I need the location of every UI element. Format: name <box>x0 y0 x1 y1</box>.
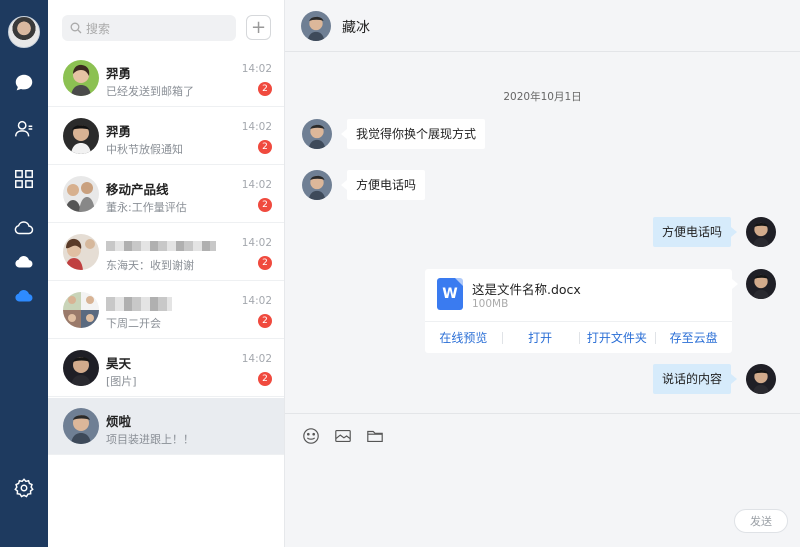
avatar <box>63 60 99 96</box>
unread-badge: 2 <box>258 140 272 154</box>
conversation-time: 14:02 <box>241 121 272 133</box>
apps-icon[interactable] <box>12 167 36 191</box>
search-placeholder: 搜索 <box>86 21 111 36</box>
conversation-preview: 董永:工作量评估 <box>106 201 187 214</box>
conversation-name: 羿勇 <box>106 124 132 139</box>
plus-icon: + <box>250 16 267 38</box>
conversation-name: 移动产品线 <box>106 182 169 197</box>
unread-badge: 2 <box>258 372 272 386</box>
file-message-card[interactable]: W 这是文件名称.docx 100MB 在线预览 打开 打开文件夹 存至云盘 <box>425 269 738 353</box>
message-bubble-incoming[interactable]: 我觉得你换个展现方式 <box>340 119 486 149</box>
sender-avatar[interactable] <box>302 170 332 200</box>
image-icon[interactable] <box>333 426 353 446</box>
open-file-button[interactable]: 打开 <box>501 322 579 353</box>
message-bubble-outgoing[interactable]: 说话的内容 <box>652 364 738 394</box>
open-folder-button[interactable]: 打开文件夹 <box>578 322 656 353</box>
unread-badge: 2 <box>258 256 272 270</box>
chat-header: 藏冰 <box>285 0 800 52</box>
conversation-list: 搜索 + 羿勇 已经发送到邮箱了 14:02 2 羿勇 中秋节放假通知 14:0… <box>48 0 285 547</box>
conversation-preview: 已经发送到邮箱了 <box>106 85 194 98</box>
conversation-preview: 项目装进跟上！！ <box>106 433 194 446</box>
message-bubble-outgoing[interactable]: 方便电话吗 <box>652 217 738 247</box>
cloud-active-icon[interactable] <box>12 284 36 308</box>
unread-badge: 2 <box>258 314 272 328</box>
avatar <box>63 408 99 444</box>
conversation-preview: 中秋节放假通知 <box>106 143 183 156</box>
send-button[interactable]: 发送 <box>734 509 788 533</box>
emoji-icon[interactable] <box>301 426 321 446</box>
file-actions: 在线预览 打开 打开文件夹 存至云盘 <box>425 321 732 353</box>
conversation-time: 14:02 <box>241 295 272 307</box>
word-file-icon: W <box>437 278 463 310</box>
list-item[interactable]: 东海天：收到谢谢 14:02 2 <box>48 224 284 281</box>
my-avatar-small[interactable] <box>746 269 776 299</box>
my-avatar[interactable] <box>8 16 40 48</box>
conversation-time: 14:02 <box>241 63 272 75</box>
list-item-active[interactable]: 烦啦 项目装进跟上！！ <box>48 398 284 455</box>
file-size: 100MB <box>472 298 509 310</box>
contact-avatar[interactable] <box>301 11 331 41</box>
message-bubble-incoming[interactable]: 方便电话吗 <box>340 170 426 200</box>
message-composer[interactable]: 发送 <box>285 413 800 547</box>
blurred-name <box>106 296 172 311</box>
conversation-time: 14:02 <box>241 179 272 191</box>
list-item[interactable]: 羿勇 已经发送到邮箱了 14:02 2 <box>48 50 284 107</box>
save-to-cloud-button[interactable]: 存至云盘 <box>655 322 732 353</box>
conversation-preview: 东海天：收到谢谢 <box>106 259 194 272</box>
conversation-time: 14:02 <box>241 237 272 249</box>
date-separator: 2020年10月1日 <box>503 91 582 103</box>
cloud-icon[interactable] <box>12 216 36 240</box>
unread-badge: 2 <box>258 82 272 96</box>
cloud-solid-icon[interactable] <box>12 250 36 274</box>
list-item[interactable]: 昊天 [图片] 14:02 2 <box>48 340 284 397</box>
group-avatar <box>63 292 99 328</box>
my-avatar-small[interactable] <box>746 217 776 247</box>
contacts-icon[interactable] <box>12 117 36 141</box>
conversation-name-mosaic <box>106 295 172 311</box>
my-avatar-small[interactable] <box>746 364 776 394</box>
conversation-time: 14:02 <box>241 353 272 365</box>
conversation-name: 昊天 <box>106 356 132 371</box>
blurred-name <box>106 240 216 251</box>
unread-badge: 2 <box>258 198 272 212</box>
file-name: 这是文件名称.docx <box>472 282 581 297</box>
search-input[interactable]: 搜索 <box>62 15 236 41</box>
sender-avatar[interactable] <box>302 119 332 149</box>
list-item[interactable]: 下周二开会 14:02 2 <box>48 282 284 339</box>
list-item[interactable]: 移动产品线 董永:工作量评估 14:02 2 <box>48 166 284 223</box>
settings-icon[interactable] <box>12 476 36 500</box>
chat-icon[interactable] <box>12 71 36 95</box>
avatar <box>63 350 99 386</box>
folder-icon[interactable] <box>365 426 385 446</box>
conversation-name-mosaic <box>106 237 216 252</box>
chat-title: 藏冰 <box>342 20 370 36</box>
search-icon <box>70 22 82 34</box>
conversation-name: 羿勇 <box>106 66 132 81</box>
group-avatar <box>63 234 99 270</box>
conversation-preview: 下周二开会 <box>106 317 161 330</box>
nav-rail <box>0 0 48 547</box>
group-avatar <box>63 176 99 212</box>
chat-panel: 藏冰 2020年10月1日 我觉得你换个展现方式 方便电话吗 方便电话吗 W 这… <box>285 0 800 547</box>
avatar <box>63 118 99 154</box>
conversation-name: 烦啦 <box>106 414 132 429</box>
add-button[interactable]: + <box>246 15 271 40</box>
list-item[interactable]: 羿勇 中秋节放假通知 14:02 2 <box>48 108 284 165</box>
preview-online-button[interactable]: 在线预览 <box>425 322 502 353</box>
conversation-preview: [图片] <box>106 375 137 388</box>
